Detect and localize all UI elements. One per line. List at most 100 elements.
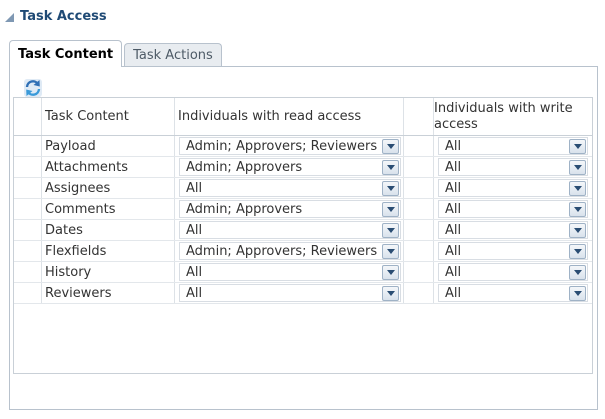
read-access-value: Admin; Approvers; Reviewers (186, 138, 378, 154)
read-access-value: All (186, 222, 203, 238)
tab-task-actions[interactable]: Task Actions (124, 43, 222, 67)
dropdown-button[interactable] (569, 243, 586, 259)
dropdown-button[interactable] (382, 222, 399, 238)
table-row[interactable]: Assignees All All (14, 178, 592, 199)
read-access-select[interactable]: All (179, 221, 401, 239)
read-access-cell: Admin; Approvers (175, 157, 404, 177)
dropdown-button[interactable] (569, 264, 586, 280)
tab-panel: Task Content Individuals with read acces… (9, 66, 598, 410)
read-access-cell: Admin; Approvers (175, 199, 404, 219)
row-selector[interactable] (14, 220, 42, 240)
read-access-select[interactable]: All (179, 263, 401, 281)
dropdown-button[interactable] (569, 159, 586, 175)
write-access-select[interactable]: All (438, 284, 588, 302)
write-access-cell: All (434, 262, 592, 282)
write-access-select[interactable]: All (438, 242, 588, 260)
read-access-value: Admin; Approvers (186, 159, 303, 175)
column-header-task-content[interactable]: Task Content (42, 98, 175, 135)
table-grid: Task Content Individuals with read acces… (14, 98, 592, 304)
write-access-select[interactable]: All (438, 221, 588, 239)
task-content-cell: Reviewers (42, 283, 175, 303)
write-access-select[interactable]: All (438, 137, 588, 155)
task-content-cell: History (42, 262, 175, 282)
table-row[interactable]: Dates All All (14, 220, 592, 241)
table-row[interactable]: Comments Admin; Approvers All (14, 199, 592, 220)
spacer-cell (404, 136, 434, 156)
write-access-cell: All (434, 220, 592, 240)
task-content-cell: Flexfields (42, 241, 175, 261)
read-access-select[interactable]: All (179, 179, 401, 197)
write-access-select[interactable]: All (438, 200, 588, 218)
write-access-cell: All (434, 283, 592, 303)
section-header[interactable]: Task Access (5, 6, 107, 26)
spacer-cell (404, 199, 434, 219)
refresh-icon (24, 79, 42, 97)
write-access-value: All (445, 264, 462, 280)
read-access-cell: Admin; Approvers; Reviewers (175, 136, 404, 156)
chevron-down-icon (386, 143, 395, 149)
write-access-select[interactable]: All (438, 158, 588, 176)
chevron-down-icon (386, 206, 395, 212)
write-access-cell: All (434, 199, 592, 219)
row-selector[interactable] (14, 178, 42, 198)
chevron-down-icon (573, 143, 582, 149)
tab-bar: Task Content Task Actions (9, 40, 222, 67)
column-header-write-access[interactable]: Individuals with write access (434, 98, 592, 135)
chevron-down-icon (386, 227, 395, 233)
read-access-select[interactable]: Admin; Approvers; Reviewers (179, 242, 401, 260)
spacer-cell (404, 220, 434, 240)
chevron-down-icon (386, 248, 395, 254)
task-content-cell: Assignees (42, 178, 175, 198)
chevron-down-icon (386, 185, 395, 191)
chevron-down-icon (386, 269, 395, 275)
row-selector[interactable] (14, 283, 42, 303)
table-row[interactable]: Payload Admin; Approvers; Reviewers All (14, 136, 592, 157)
read-access-cell: All (175, 220, 404, 240)
dropdown-button[interactable] (382, 285, 399, 301)
write-access-value: All (445, 243, 462, 259)
dropdown-button[interactable] (569, 180, 586, 196)
chevron-down-icon (386, 164, 395, 170)
read-access-value: Admin; Approvers; Reviewers (186, 243, 378, 259)
table-row[interactable]: History All All (14, 262, 592, 283)
read-access-select[interactable]: Admin; Approvers; Reviewers (179, 137, 401, 155)
dropdown-button[interactable] (569, 201, 586, 217)
dropdown-button[interactable] (569, 222, 586, 238)
table-row[interactable]: Attachments Admin; Approvers All (14, 157, 592, 178)
dropdown-button[interactable] (569, 138, 586, 154)
table-row[interactable]: Reviewers All All (14, 283, 592, 304)
dropdown-button[interactable] (382, 201, 399, 217)
spacer-cell (404, 262, 434, 282)
write-access-cell: All (434, 178, 592, 198)
dropdown-button[interactable] (569, 285, 586, 301)
chevron-down-icon (386, 290, 395, 296)
write-access-select[interactable]: All (438, 263, 588, 281)
row-selector[interactable] (14, 262, 42, 282)
row-selector[interactable] (14, 241, 42, 261)
dropdown-button[interactable] (382, 264, 399, 280)
tab-task-content[interactable]: Task Content (9, 40, 123, 67)
dropdown-button[interactable] (382, 243, 399, 259)
write-access-select[interactable]: All (438, 179, 588, 197)
task-content-cell: Payload (42, 136, 175, 156)
dropdown-button[interactable] (382, 138, 399, 154)
read-access-select[interactable]: Admin; Approvers (179, 158, 401, 176)
spacer-cell (404, 178, 434, 198)
dropdown-button[interactable] (382, 180, 399, 196)
read-access-cell: All (175, 178, 404, 198)
row-selector[interactable] (14, 157, 42, 177)
collapse-triangle-icon[interactable] (5, 12, 14, 22)
dropdown-button[interactable] (382, 159, 399, 175)
read-access-value: All (186, 264, 203, 280)
row-selector[interactable] (14, 136, 42, 156)
column-header-read-access[interactable]: Individuals with read access (175, 98, 404, 135)
table-row[interactable]: Flexfields Admin; Approvers; Reviewers A… (14, 241, 592, 262)
chevron-down-icon (573, 185, 582, 191)
write-access-value: All (445, 159, 462, 175)
chevron-down-icon (573, 269, 582, 275)
write-access-value: All (445, 138, 462, 154)
row-selector[interactable] (14, 199, 42, 219)
read-access-select[interactable]: All (179, 284, 401, 302)
refresh-button[interactable] (23, 78, 43, 98)
read-access-select[interactable]: Admin; Approvers (179, 200, 401, 218)
